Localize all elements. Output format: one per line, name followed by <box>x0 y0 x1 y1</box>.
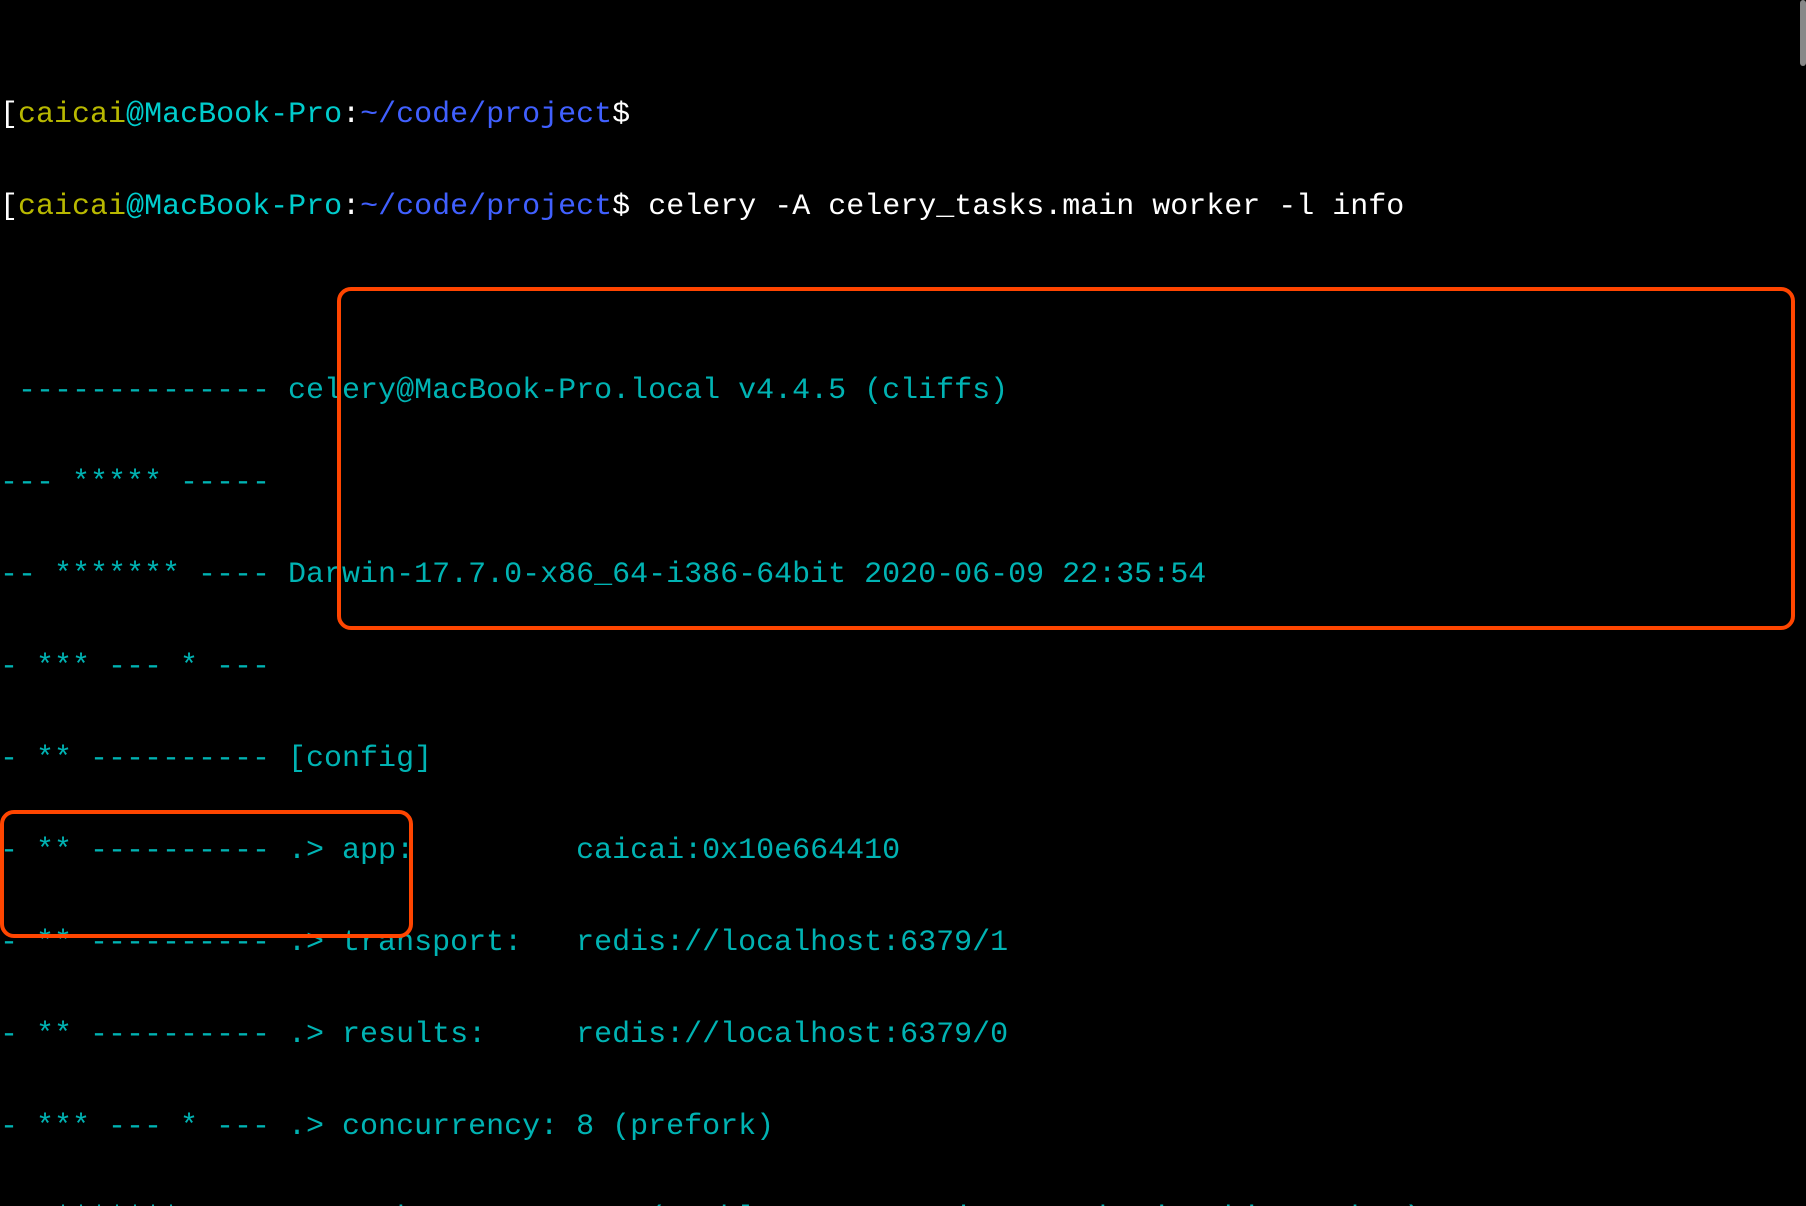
banner-line-9: - *** --- * --- .> concurrency: 8 (prefo… <box>0 1104 1806 1150</box>
banner-line-3: -- ******* ---- Darwin-17.7.0-x86_64-i38… <box>0 552 1806 598</box>
banner-line-1: -------------- celery@MacBook-Pro.local … <box>0 368 1806 414</box>
banner-line-5: - ** ---------- [config] <box>0 736 1806 782</box>
terminal[interactable]: [caicai@MacBook-Pro:~/code/project$ [cai… <box>0 0 1806 1206</box>
scrollbar[interactable] <box>1800 0 1806 66</box>
banner-line-8: - ** ---------- .> results: redis://loca… <box>0 1012 1806 1058</box>
banner-line-7: - ** ---------- .> transport: redis://lo… <box>0 920 1806 966</box>
prompt-line-1: [caicai@MacBook-Pro:~/code/project$ <box>0 92 1806 138</box>
banner-line-10: -- ******* ---- .> task events: OFF (ena… <box>0 1196 1806 1206</box>
banner-line-6: - ** ---------- .> app: caicai:0x10e6644… <box>0 828 1806 874</box>
banner-line-4: - *** --- * --- <box>0 644 1806 690</box>
blank-line <box>0 276 1806 322</box>
banner-line-2: --- ***** ----- <box>0 460 1806 506</box>
prompt-line-2: [caicai@MacBook-Pro:~/code/project$ cele… <box>0 184 1806 230</box>
